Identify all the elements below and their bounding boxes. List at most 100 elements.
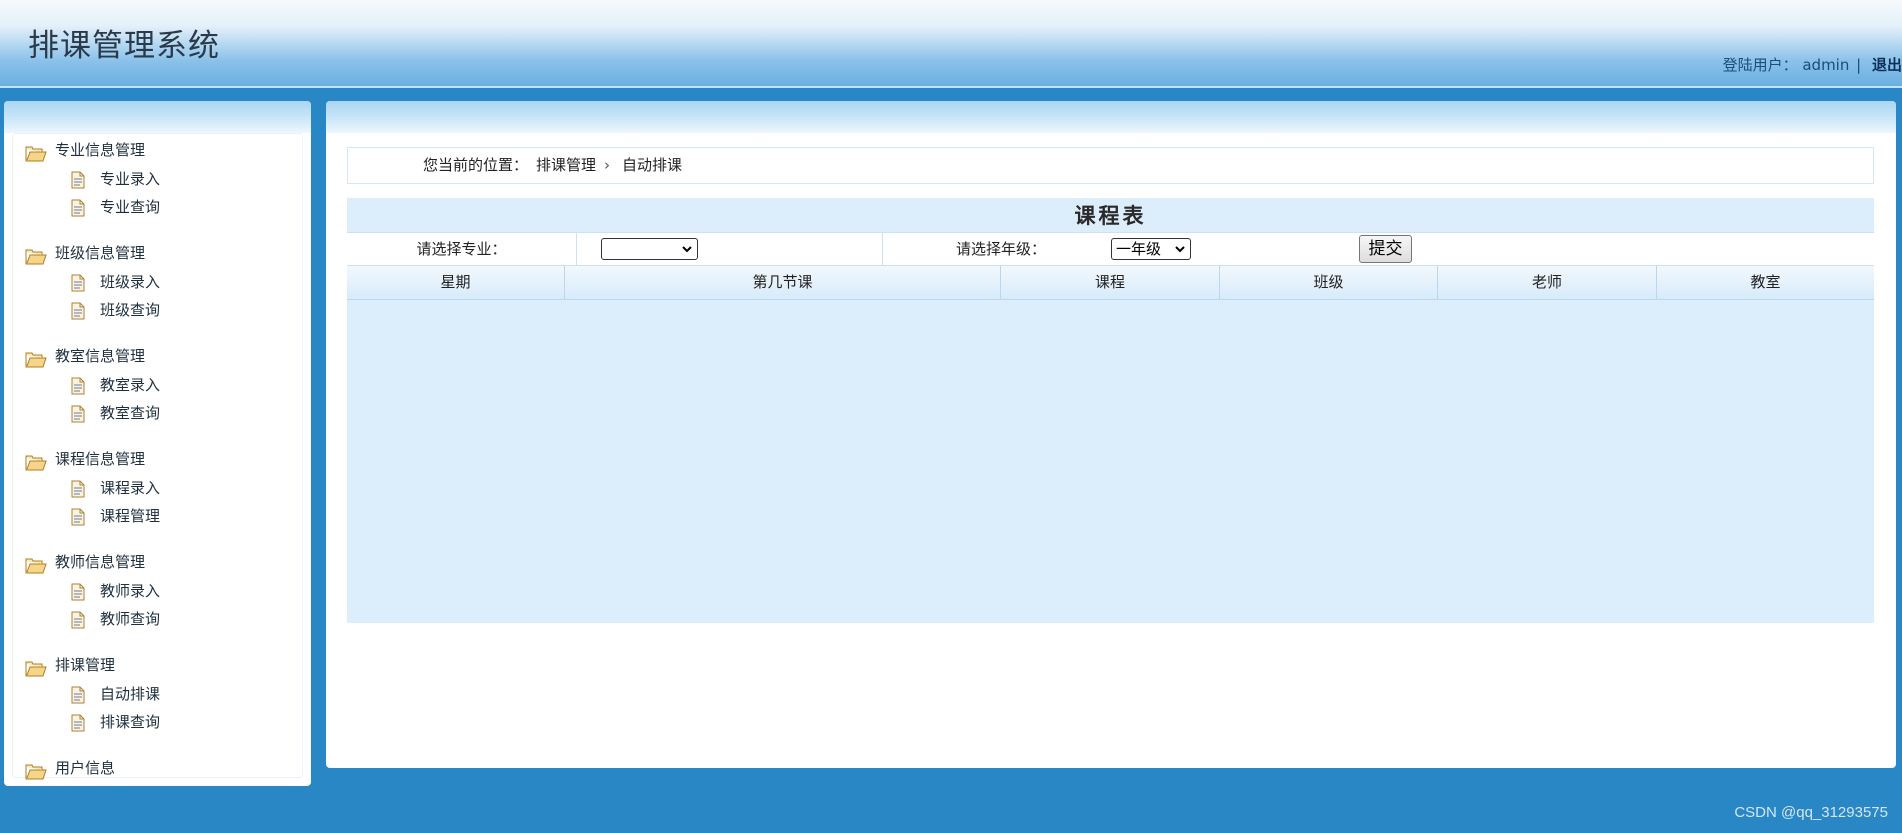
grade-select-value: 一年级 <box>1116 240 1162 258</box>
major-select-cell <box>577 233 883 265</box>
watermark: CSDN @qq_31293575 <box>1734 804 1888 821</box>
sidebar-item-label: 排课查询 <box>100 713 161 731</box>
folder-open-icon <box>25 246 47 265</box>
document-icon <box>71 610 85 629</box>
column-header-weekday: 星期 <box>347 266 565 299</box>
sidebar-group-4: 教师信息管理教师录入教师查询 <box>13 548 302 651</box>
sidebar-item[interactable]: 课程管理 <box>13 502 302 530</box>
folder-open-icon <box>25 658 47 677</box>
sidebar-group-header[interactable]: 教师信息管理 <box>13 548 302 577</box>
filter-row: 请选择专业： 请选择年级： 一年级 提交 <box>347 232 1874 266</box>
sidebar-item[interactable]: 教师查询 <box>13 605 302 633</box>
breadcrumb-item-auto-schedule: 自动排课 <box>622 156 683 174</box>
main-panel: 您当前的位置： 排课管理 › 自动排课 课程表 请选择专业： 请选择年级： 一年… <box>326 101 1896 768</box>
document-icon <box>71 301 85 320</box>
grade-select-label: 请选择年级： <box>956 240 1047 258</box>
table-header-row: 星期 第几节课 课程 班级 老师 教室 <box>347 266 1874 300</box>
sidebar-item-label: 自动排课 <box>100 685 161 703</box>
document-icon <box>71 713 85 732</box>
grade-select[interactable]: 一年级 <box>1111 238 1191 260</box>
document-icon <box>71 273 85 292</box>
chevron-down-icon <box>1175 246 1185 253</box>
column-header-period: 第几节课 <box>565 266 1001 299</box>
schedule-title: 课程表 <box>1074 203 1147 228</box>
sidebar-item-label: 教室录入 <box>100 376 161 394</box>
username: admin <box>1802 56 1850 74</box>
sidebar-item-label: 班级查询 <box>100 301 161 319</box>
submit-button[interactable]: 提交 <box>1359 235 1412 263</box>
sidebar-item-label: 课程管理 <box>100 507 161 525</box>
document-icon <box>71 376 85 395</box>
sidebar-group-header[interactable]: 排课管理 <box>13 651 302 680</box>
sidebar-group-header[interactable]: 课程信息管理 <box>13 445 302 474</box>
sidebar-item-label: 专业查询 <box>100 198 161 216</box>
column-header-classroom: 教室 <box>1750 273 1781 291</box>
grade-select-cell: 请选择年级： <box>883 233 1123 265</box>
user-bar: 登陆用户： admin | 退出 <box>1723 54 1902 75</box>
sidebar-group-header[interactable]: 教室信息管理 <box>13 342 302 371</box>
sidebar-item-label: 专业录入 <box>100 170 161 188</box>
sidebar-nav: 专业信息管理 专业录入 专业查询 班级信息管理 班级录入 班级查询 教室信息管理 教室录入 教室… <box>12 133 303 780</box>
chevron-down-icon <box>682 246 692 253</box>
breadcrumb-item-schedule-management: 排课管理 <box>536 156 597 174</box>
sidebar-group-label: 教室信息管理 <box>55 347 146 365</box>
sidebar-group-5: 排课管理自动排课排课查询 <box>13 651 302 754</box>
sidebar-group-2: 教室信息管理教室录入教室查询 <box>13 342 302 445</box>
folder-open-icon <box>25 761 47 780</box>
folder-open-icon <box>25 143 47 162</box>
sidebar-item-label: 教师查询 <box>100 610 161 628</box>
sidebar-group-6: 用户信息添加用户用户管理 <box>13 754 302 786</box>
sidebar-group-label: 课程信息管理 <box>55 450 146 468</box>
schedule-table: 课程表 请选择专业： 请选择年级： 一年级 提交 星期 第几节课 课程 班级 老… <box>347 198 1874 623</box>
app-title: 排课管理系统 <box>28 28 220 64</box>
sidebar-item[interactable]: 班级录入 <box>13 268 302 296</box>
app-header: 排课管理系统 登陆用户： admin | 退出 <box>0 0 1902 88</box>
column-header-teacher: 老师 <box>1438 266 1657 299</box>
document-icon <box>71 404 85 423</box>
sidebar-item[interactable]: 专业查询 <box>13 193 302 221</box>
sidebar-item[interactable]: 排课查询 <box>13 708 302 736</box>
sidebar-item-label: 课程录入 <box>100 479 161 497</box>
document-icon <box>71 479 85 498</box>
sidebar-item[interactable]: 班级查询 <box>13 296 302 324</box>
sidebar-item[interactable]: 自动排课 <box>13 680 302 708</box>
sidebar-group-1: 班级信息管理班级录入班级查询 <box>13 239 302 342</box>
user-bar-separator: | <box>1856 56 1862 74</box>
major-select[interactable] <box>601 238 698 260</box>
breadcrumb-label: 您当前的位置： <box>423 156 529 174</box>
sidebar-group-header[interactable]: 班级信息管理 <box>13 239 302 268</box>
sidebar-title-bar <box>4 101 311 133</box>
sidebar-group-label: 用户信息 <box>55 759 116 777</box>
sidebar-group-0: 专业信息管理专业录入专业查询 <box>13 136 302 239</box>
sidebar-group-label: 专业信息管理 <box>55 141 146 159</box>
folder-open-icon <box>25 555 47 574</box>
logged-in-label: 登陆用户： <box>1722 56 1798 74</box>
sidebar-item[interactable]: 教师录入 <box>13 577 302 605</box>
sidebar-group-label: 班级信息管理 <box>55 244 146 262</box>
logout-link[interactable]: 退出 <box>1872 56 1902 74</box>
sidebar-item-label: 班级录入 <box>100 273 161 291</box>
sidebar-item[interactable]: 教室录入 <box>13 371 302 399</box>
sidebar-item[interactable]: 课程录入 <box>13 474 302 502</box>
folder-open-icon <box>25 349 47 368</box>
main-title-bar <box>326 101 1896 133</box>
folder-open-icon <box>25 452 47 471</box>
sidebar-item[interactable]: 教室查询 <box>13 399 302 427</box>
sidebar: 专业信息管理 专业录入 专业查询 班级信息管理 班级录入 班级查询 教室信息管理 教室录入 教室… <box>4 101 311 786</box>
document-icon <box>71 507 85 526</box>
breadcrumb: 您当前的位置： 排课管理 › 自动排课 <box>347 147 1874 184</box>
sidebar-item[interactable]: 添加用户 <box>13 783 302 786</box>
sidebar-item-label: 教师录入 <box>100 582 161 600</box>
column-header-course: 课程 <box>1001 266 1220 299</box>
sidebar-group-label: 排课管理 <box>55 656 116 674</box>
sidebar-item[interactable]: 专业录入 <box>13 165 302 193</box>
table-body-empty <box>347 300 1874 623</box>
sidebar-group-3: 课程信息管理课程录入课程管理 <box>13 445 302 548</box>
document-icon <box>71 582 85 601</box>
breadcrumb-separator-icon: › <box>604 156 610 174</box>
sidebar-group-label: 教师信息管理 <box>55 553 146 571</box>
sidebar-item-label: 教室查询 <box>100 404 161 422</box>
sidebar-group-header[interactable]: 用户信息 <box>13 754 302 783</box>
sidebar-group-header[interactable]: 专业信息管理 <box>13 136 302 165</box>
document-icon <box>71 198 85 217</box>
